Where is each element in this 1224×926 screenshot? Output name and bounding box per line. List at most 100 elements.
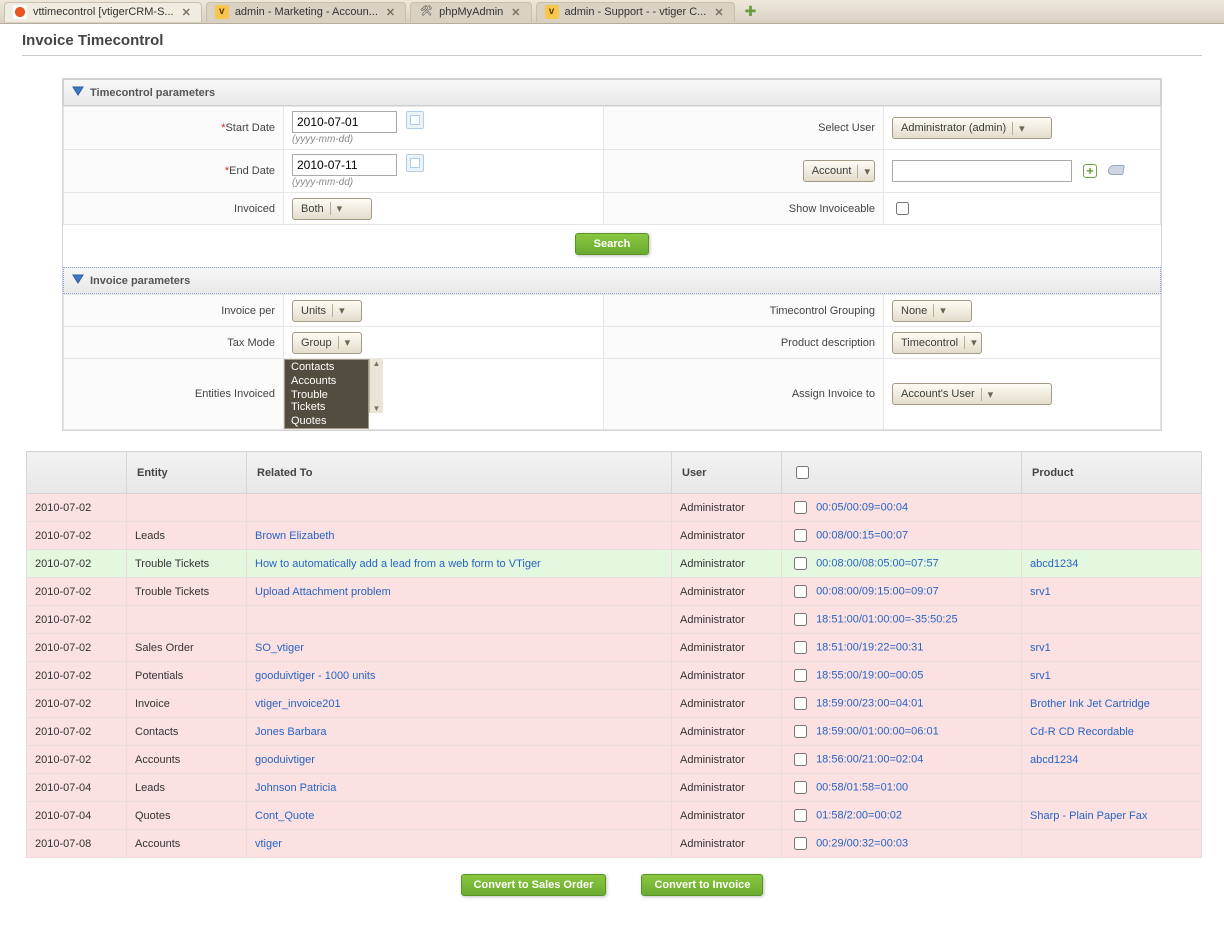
invoice-params-header[interactable]: Invoice parameters <box>63 267 1161 294</box>
table-row: 2010-07-04LeadsJohnson PatriciaAdministr… <box>27 774 1202 802</box>
convert-sales-order-button[interactable]: Convert to Sales Order <box>461 874 607 896</box>
col-user: User <box>672 452 782 494</box>
row-checkbox[interactable] <box>794 697 807 710</box>
cell-product: Cd-R CD Recordable <box>1022 718 1202 746</box>
product-link[interactable]: srv1 <box>1030 586 1051 598</box>
product-link[interactable]: abcd1234 <box>1030 558 1078 570</box>
invoiced-dropdown[interactable]: Both ▾ <box>292 198 372 220</box>
cell-date: 2010-07-04 <box>27 774 127 802</box>
related-link[interactable]: How to automatically add a lead from a w… <box>255 558 541 570</box>
time-link[interactable]: 00:08:00/08:05:00=07:57 <box>816 557 939 569</box>
row-checkbox[interactable] <box>794 501 807 514</box>
related-link[interactable]: vtiger <box>255 838 282 850</box>
time-link[interactable]: 18:51:00/19:22=00:31 <box>816 641 923 653</box>
end-date-input[interactable] <box>292 154 397 176</box>
browser-tab-4[interactable]: v admin - Support - - vtiger C... ✕ <box>536 2 735 22</box>
cell-time: 18:56:00/21:00=02:04 <box>782 746 1022 774</box>
convert-invoice-button[interactable]: Convert to Invoice <box>641 874 763 896</box>
related-link[interactable]: Upload Attachment problem <box>255 586 391 598</box>
time-link[interactable]: 00:05/00:09=00:04 <box>816 501 908 513</box>
erase-icon[interactable] <box>1107 165 1125 175</box>
related-link[interactable]: Brown Elizabeth <box>255 530 335 542</box>
cell-date: 2010-07-02 <box>27 718 127 746</box>
calendar-icon[interactable] <box>406 154 424 172</box>
time-link[interactable]: 00:58/01:58=01:00 <box>816 781 908 793</box>
timecontrol-params-header[interactable]: Timecontrol parameters <box>63 79 1161 106</box>
browser-tab-2[interactable]: v admin - Marketing - Accoun... ✕ <box>206 2 406 22</box>
table-row: 2010-07-08AccountsvtigerAdministrator 00… <box>27 830 1202 858</box>
related-link[interactable]: vtiger_invoice201 <box>255 698 341 710</box>
close-icon[interactable]: ✕ <box>384 6 397 19</box>
browser-tab-1[interactable]: vttimecontrol [vtigerCRM-S... ✕ <box>4 2 202 22</box>
cell-date: 2010-07-02 <box>27 634 127 662</box>
cell-time: 18:51:00/01:00:00=-35:50:25 <box>782 606 1022 634</box>
search-button[interactable]: Search <box>575 233 650 255</box>
new-tab-button[interactable]: ✚ <box>739 3 763 20</box>
time-link[interactable]: 00:08/00:15=00:07 <box>816 529 908 541</box>
close-icon[interactable]: ✕ <box>712 6 725 19</box>
row-checkbox[interactable] <box>794 837 807 850</box>
cell-product: Brother Ink Jet Cartridge <box>1022 690 1202 718</box>
time-link[interactable]: 00:29/00:32=00:03 <box>816 837 908 849</box>
row-checkbox[interactable] <box>794 753 807 766</box>
scroll-up-icon[interactable]: ▲ <box>373 359 381 368</box>
account-input[interactable] <box>892 160 1072 182</box>
time-link[interactable]: 18:51:00/01:00:00=-35:50:25 <box>816 613 958 625</box>
tax-mode-dropdown[interactable]: Group ▾ <box>292 332 362 354</box>
cell-entity: Invoice <box>127 690 247 718</box>
entities-invoiced-multiselect[interactable]: Contacts Accounts Trouble Tickets Quotes <box>284 359 369 429</box>
show-invoiceable-checkbox[interactable] <box>896 202 909 215</box>
start-date-input[interactable] <box>292 111 397 133</box>
related-link[interactable]: Jones Barbara <box>255 726 327 738</box>
add-icon[interactable]: + <box>1083 164 1097 178</box>
related-link[interactable]: gooduivtiger <box>255 754 315 766</box>
cell-entity: Leads <box>127 522 247 550</box>
collapse-icon[interactable] <box>72 86 84 99</box>
collapse-icon[interactable] <box>72 274 84 287</box>
entity-type-dropdown[interactable]: Account ▾ <box>803 160 875 182</box>
cell-time: 00:58/01:58=01:00 <box>782 774 1022 802</box>
time-link[interactable]: 18:59:00/01:00:00=06:01 <box>816 725 939 737</box>
product-link[interactable]: abcd1234 <box>1030 754 1078 766</box>
product-link[interactable]: Brother Ink Jet Cartridge <box>1030 698 1150 710</box>
time-link[interactable]: 18:56:00/21:00=02:04 <box>816 753 923 765</box>
select-user-dropdown[interactable]: Administrator (admin) ▾ <box>892 117 1052 139</box>
entities-invoiced-label: Entities Invoiced <box>195 388 275 400</box>
browser-tab-3[interactable]: 🛠 phpMyAdmin ✕ <box>410 2 531 22</box>
row-checkbox[interactable] <box>794 781 807 794</box>
close-icon[interactable]: ✕ <box>509 6 522 19</box>
cell-user: Administrator <box>672 830 782 858</box>
related-link[interactable]: Johnson Patricia <box>255 782 336 794</box>
time-link[interactable]: 18:59:00/23:00=04:01 <box>816 697 923 709</box>
product-link[interactable]: Cd-R CD Recordable <box>1030 726 1134 738</box>
cell-date: 2010-07-02 <box>27 746 127 774</box>
time-link[interactable]: 18:55:00/19:00=00:05 <box>816 669 923 681</box>
cell-user: Administrator <box>672 802 782 830</box>
date-hint: (yyyy-mm-dd) <box>292 177 353 188</box>
product-link[interactable]: srv1 <box>1030 642 1051 654</box>
select-all-checkbox[interactable] <box>796 466 809 479</box>
product-link[interactable]: srv1 <box>1030 670 1051 682</box>
close-icon[interactable]: ✕ <box>180 6 193 19</box>
row-checkbox[interactable] <box>794 613 807 626</box>
related-link[interactable]: SO_vtiger <box>255 642 304 654</box>
row-checkbox[interactable] <box>794 641 807 654</box>
assign-invoice-dropdown[interactable]: Account's User ▾ <box>892 383 1052 405</box>
scroll-down-icon[interactable]: ▼ <box>373 404 381 413</box>
row-checkbox[interactable] <box>794 809 807 822</box>
product-description-dropdown[interactable]: Timecontrol ▾ <box>892 332 982 354</box>
chevron-down-icon: ▾ <box>981 388 994 401</box>
invoice-per-dropdown[interactable]: Units ▾ <box>292 300 362 322</box>
related-link[interactable]: gooduivtiger - 1000 units <box>255 670 375 682</box>
row-checkbox[interactable] <box>794 725 807 738</box>
cell-product <box>1022 522 1202 550</box>
calendar-icon[interactable] <box>406 111 424 129</box>
row-checkbox[interactable] <box>794 669 807 682</box>
cell-time: 18:51:00/19:22=00:31 <box>782 634 1022 662</box>
multiselect-scrollbar[interactable]: ▲ ▼ <box>369 359 383 413</box>
row-checkbox[interactable] <box>794 585 807 598</box>
timecontrol-grouping-dropdown[interactable]: None ▾ <box>892 300 972 322</box>
row-checkbox[interactable] <box>794 557 807 570</box>
time-link[interactable]: 00:08:00/09:15:00=09:07 <box>816 585 939 597</box>
row-checkbox[interactable] <box>794 529 807 542</box>
